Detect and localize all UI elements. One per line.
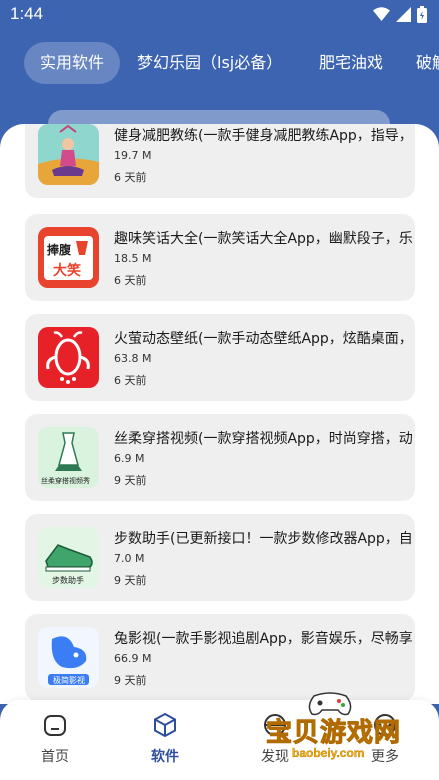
app-time: 9 天前 [114, 474, 147, 487]
app-size: 7.0 M [114, 552, 145, 565]
firefly-icon [38, 327, 99, 388]
list-item[interactable]: 健身减肥教练(一款手健身减肥教练App，指导， 19.7 M 6 天前 [25, 124, 415, 198]
list-item[interactable]: 丝柔穿搭视频秀 丝柔穿搭视频(一款穿搭视频App，时尚穿搭，动 6.9 M 9 … [25, 414, 415, 501]
tab-dream-park[interactable]: 梦幻乐园（lsj必备） [121, 42, 298, 84]
category-tabs: 实用软件 梦幻乐园（lsj必备） 肥宅油戏 破解 [0, 40, 439, 88]
nav-home[interactable]: 首页 [25, 712, 85, 766]
app-title: 趣味笑话大全(一款笑话大全App，幽默段子，乐 [114, 231, 413, 247]
list-item[interactable]: 极简影视 兔影视(一款手影视追剧App，影音娱乐，尽畅享 66.9 M 9 天前 [25, 614, 415, 701]
app-size: 66.9 M [114, 652, 152, 665]
nav-home-label: 首页 [41, 749, 69, 765]
app-time: 9 天前 [114, 574, 147, 587]
status-bar: 1:44 [0, 0, 439, 30]
fitness-icon [38, 124, 99, 185]
app-time: 6 天前 [114, 274, 147, 287]
app-size: 63.8 M [114, 352, 152, 365]
rabbit-video-icon: 极简影视 [38, 627, 99, 688]
sneaker-icon: 步数助手 [38, 527, 99, 588]
cube-icon [154, 712, 176, 738]
nav-software[interactable]: 软件 [135, 712, 195, 766]
app-list-panel: 健身减肥教练(一款手健身减肥教练App，指导， 19.7 M 6 天前 捧腹 大… [0, 124, 439, 704]
app-time: 6 天前 [114, 374, 147, 387]
dress-icon: 丝柔穿搭视频秀 [38, 427, 99, 488]
app-time: 6 天前 [114, 171, 147, 184]
tab-cracked[interactable]: 破解 [400, 42, 439, 84]
list-item[interactable]: 步数助手 步数助手(已更新接口！一款步数修改器App，自 7.0 M 9 天前 [25, 514, 415, 601]
signal-icon [396, 7, 411, 22]
tab-otaku-games[interactable]: 肥宅油戏 [303, 42, 399, 84]
app-title: 步数助手(已更新接口！一款步数修改器App，自 [114, 531, 413, 547]
app-time: 9 天前 [114, 674, 147, 687]
list-item[interactable]: 火萤动态壁纸(一款手动态壁纸App，炫酷桌面， 63.8 M 6 天前 [25, 314, 415, 401]
dress-icon-caption: 丝柔穿搭视频秀 [41, 476, 90, 485]
nav-software-label: 软件 [151, 749, 179, 765]
rabbit-icon-caption: 极简影视 [53, 675, 85, 685]
watermark-url: baobeiy.com [292, 746, 365, 760]
app-size: 18.5 M [114, 252, 152, 265]
app-title: 兔影视(一款手影视追剧App，影音娱乐，尽畅享 [114, 631, 413, 647]
battery-icon [417, 6, 427, 23]
list-item[interactable]: 捧腹 大笑 趣味笑话大全(一款笑话大全App，幽默段子，乐 18.5 M 6 天… [25, 214, 415, 301]
app-title: 健身减肥教练(一款手健身减肥教练App，指导， [114, 128, 413, 144]
app-title: 火萤动态壁纸(一款手动态壁纸App，炫酷桌面， [114, 331, 413, 347]
jokes-icon-text-bottom: 大笑 [53, 262, 81, 279]
status-icons [373, 6, 427, 23]
status-time: 1:44 [10, 4, 44, 23]
wifi-icon [373, 7, 390, 21]
sneaker-icon-caption: 步数助手 [52, 575, 84, 585]
watermark: 宝贝游戏网 baobeiy.com [246, 690, 416, 775]
jokes-icon: 捧腹 大笑 [38, 227, 99, 288]
jokes-icon-text-top: 捧腹 [47, 242, 72, 257]
watermark-text: 宝贝游戏网 [265, 718, 402, 749]
app-size: 19.7 M [114, 149, 152, 162]
tab-utility-software[interactable]: 实用软件 [24, 42, 121, 84]
app-title: 丝柔穿搭视频(一款穿搭视频App，时尚穿搭，动 [114, 431, 413, 447]
home-icon [44, 715, 66, 736]
app-size: 6.9 M [114, 452, 145, 465]
